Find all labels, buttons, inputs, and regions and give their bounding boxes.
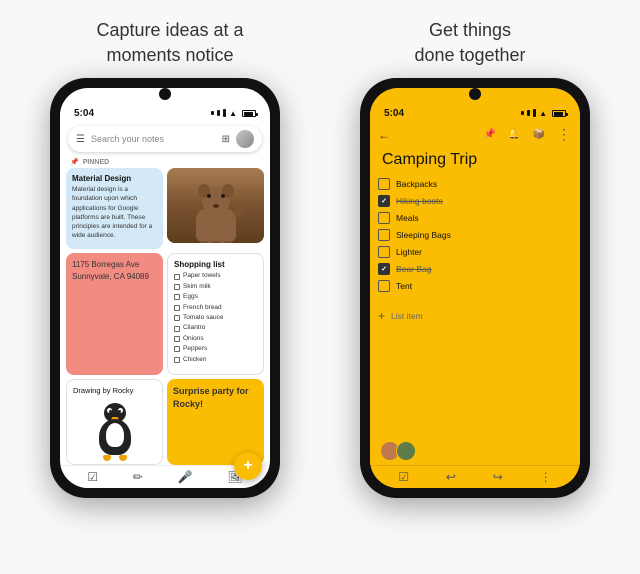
add-item-icon: +	[378, 309, 385, 323]
left-status-icons: ▲	[211, 109, 256, 118]
pin-toolbar-icon[interactable]: 📌	[484, 129, 496, 140]
label-sleeping-bags: Sleeping Bags	[396, 230, 451, 240]
checklist-item-bear-bag[interactable]: Bear Bag	[378, 260, 572, 277]
wifi-icon: ▲	[229, 109, 237, 118]
right-battery-icon	[552, 110, 566, 117]
right-toolbar: ← 📌 🔔 📦 ⋮	[370, 122, 580, 147]
right-bottom-nav: ☑ ↩ ↪ ⋮	[370, 465, 580, 488]
material-design-body: Material design is a foundation upon whi…	[72, 185, 157, 240]
collaborator-avatars	[370, 326, 580, 465]
pin-icon: 📌	[70, 158, 79, 166]
battery-icon	[242, 110, 256, 117]
right-wifi-icon: ▲	[539, 109, 547, 118]
checklist-item-tent[interactable]: Tent	[378, 277, 572, 294]
nav-mic-icon[interactable]: 🎤	[178, 470, 193, 484]
nav-checkboxes-icon[interactable]: ☑	[87, 470, 98, 484]
search-placeholder: Search your notes	[91, 134, 216, 144]
label-hiking-boots: Hiking boots	[396, 196, 443, 206]
signal-bar-3	[223, 109, 226, 117]
right-headline: Get things done together	[335, 18, 605, 68]
checkbox-hiking-boots[interactable]	[378, 195, 390, 207]
left-headline: Capture ideas at a moments notice	[35, 18, 305, 68]
back-button[interactable]: ←	[378, 128, 390, 142]
drawing-title: Drawing by Rocky	[73, 386, 133, 397]
left-time: 5:04	[74, 108, 94, 119]
add-list-item-row[interactable]: + List item	[370, 306, 580, 326]
right-time: 5:04	[384, 108, 404, 119]
address-note[interactable]: 1175 Borregas Ave Sunnyvale, CA 94089	[66, 253, 163, 375]
shopping-title: Shopping list	[174, 260, 257, 269]
right-camera-notch	[469, 88, 481, 100]
more-options-icon[interactable]: ⋮	[557, 126, 572, 143]
right-status-icons: ▲	[521, 109, 566, 118]
right-nav-undo-icon[interactable]: ↩	[446, 470, 456, 484]
address-body: 1175 Borregas Ave Sunnyvale, CA 94089	[72, 259, 157, 281]
search-bar[interactable]: ☰ Search your notes ⊞	[68, 126, 262, 152]
signal-bar-1	[211, 111, 214, 115]
grid-view-icon: ⊞	[222, 134, 230, 145]
checklist-item-sleeping-bags[interactable]: Sleeping Bags	[378, 226, 572, 243]
checklist-item-lighter[interactable]: Lighter	[378, 243, 572, 260]
user-avatar[interactable]	[236, 130, 254, 148]
dog-photo-note[interactable]	[167, 168, 264, 243]
checklist-item-backpacks[interactable]: Backpacks	[378, 175, 572, 192]
right-nav-more-icon[interactable]: ⋮	[540, 470, 552, 484]
camping-checklist: Backpacks Hiking boots Meals Sleeping Ba…	[370, 175, 580, 306]
checkbox-bear-bag[interactable]	[378, 263, 390, 275]
right-phone: 5:04 ▲ ← 📌 🔔 📦 ⋮ Camping Trip	[360, 78, 590, 498]
add-item-label: List item	[391, 311, 423, 321]
menu-icon: ☰	[76, 134, 85, 145]
checkbox-lighter[interactable]	[378, 246, 390, 258]
signal-bar-2	[217, 110, 220, 116]
right-nav-checkbox-icon[interactable]: ☑	[398, 470, 409, 484]
collaborator-avatar-2	[396, 441, 416, 461]
right-nav-redo-icon[interactable]: ↪	[493, 470, 503, 484]
pinned-section-label: 📌 PINNED	[60, 156, 270, 168]
archive-toolbar-icon[interactable]: 📦	[533, 129, 545, 140]
checkbox-sleeping-bags[interactable]	[378, 229, 390, 241]
reminder-toolbar-icon[interactable]: 🔔	[508, 129, 520, 140]
drawing-note[interactable]: Drawing by Rocky	[66, 379, 163, 465]
shopping-list-note[interactable]: Shopping list Paper towels Skim milk Egg…	[167, 253, 264, 375]
label-backpacks: Backpacks	[396, 179, 437, 189]
checkbox-backpacks[interactable]	[378, 178, 390, 190]
left-phone-screen: 5:04 ▲ ☰ Search your notes ⊞ 📌 PIN	[60, 88, 270, 488]
label-bear-bag: Bear Bag	[396, 264, 431, 274]
right-signal-2	[527, 110, 530, 116]
right-signal-3	[533, 109, 536, 117]
checklist-item-meals[interactable]: Meals	[378, 209, 572, 226]
camera-notch	[159, 88, 171, 100]
checkbox-tent[interactable]	[378, 280, 390, 292]
shopping-items: Paper towels Skim milk Eggs French bread…	[174, 271, 257, 365]
right-signal-1	[521, 111, 524, 115]
label-meals: Meals	[396, 213, 419, 223]
nav-edit-icon[interactable]: ✏	[133, 470, 143, 484]
material-design-title: Material Design	[72, 174, 157, 183]
notes-grid: Material Design Material design is a fou…	[60, 168, 270, 465]
left-phone: 5:04 ▲ ☰ Search your notes ⊞ 📌 PIN	[50, 78, 280, 498]
surprise-text: Surprise party for Rocky!	[173, 385, 258, 410]
camping-trip-title: Camping Trip	[370, 147, 580, 175]
checklist-item-hiking-boots[interactable]: Hiking boots	[378, 192, 572, 209]
material-design-note[interactable]: Material Design Material design is a fou…	[66, 168, 163, 249]
label-lighter: Lighter	[396, 247, 422, 257]
right-phone-screen: 5:04 ▲ ← 📌 🔔 📦 ⋮ Camping Trip	[370, 88, 580, 488]
label-tent: Tent	[396, 281, 412, 291]
right-status-bar: 5:04 ▲	[370, 102, 580, 122]
checkbox-meals[interactable]	[378, 212, 390, 224]
left-status-bar: 5:04 ▲	[60, 102, 270, 122]
